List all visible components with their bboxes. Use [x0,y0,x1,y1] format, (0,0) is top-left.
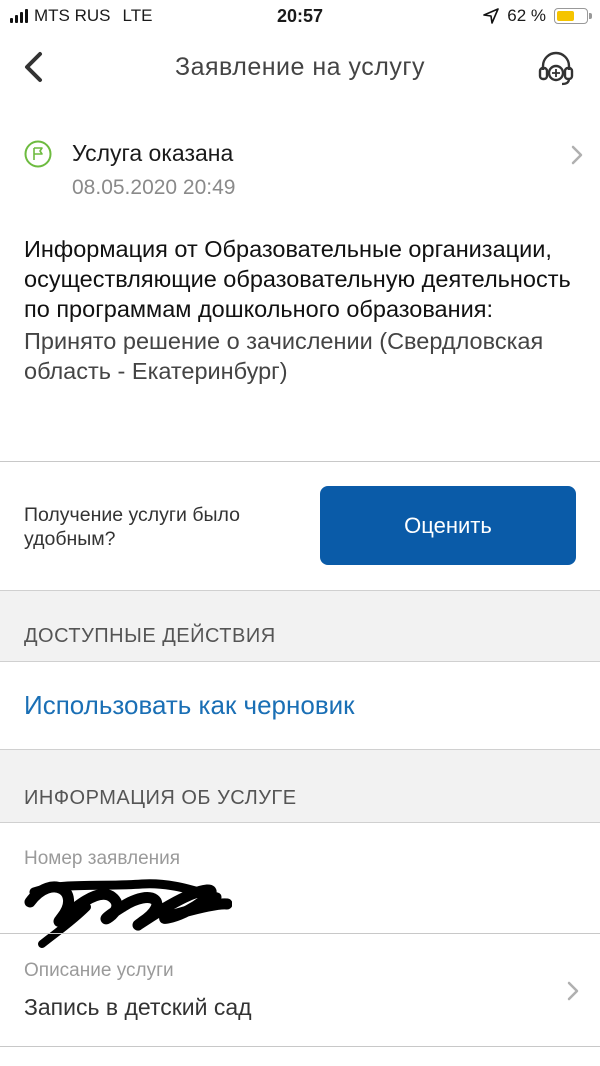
divider [0,461,600,462]
location-arrow-icon [483,8,500,24]
chevron-right-icon [571,145,583,165]
navigation-bar: Заявление на услугу [0,38,600,98]
chevron-right-icon [567,981,579,1001]
service-description-label: Описание услуги [24,960,174,981]
page-title: Заявление на услугу [175,53,425,81]
status-title: Услуга оказана [72,140,234,166]
status-bar: MTS RUS LTE 20:57 62 % [0,0,600,34]
headset-support-icon[interactable] [536,48,576,88]
status-date: 08.05.2020 20:49 [72,176,236,199]
section-header-label: ИНФОРМАЦИЯ ОБ УСЛУГЕ [24,787,297,809]
section-header-actions: ДОСТУПНЫЕ ДЕЙСТВИЯ [0,590,600,662]
section-header-service-info: ИНФОРМАЦИЯ ОБ УСЛУГЕ [0,749,600,823]
info-text: Принято решение о зачислении (Свердловск… [24,328,544,384]
flag-icon [24,140,52,168]
service-description-row[interactable]: Описание услуги Запись в детский сад [0,934,600,1046]
battery-percent: 62 % [507,6,546,25]
info-heading: Информация от Образовательные организаци… [24,236,571,322]
info-block: Информация от Образовательные организаци… [24,234,584,386]
section-header-label: ДОСТУПНЫЕ ДЕЙСТВИЯ [24,625,276,647]
use-as-draft-link[interactable]: Использовать как черновик [24,690,355,721]
divider [0,1046,600,1047]
service-description-value: Запись в детский сад [24,994,252,1020]
battery-icon [554,8,592,24]
rate-button[interactable]: Оценить [320,486,576,565]
rating-question: Получение услуги было удобным? [24,504,240,550]
service-status-row[interactable]: Услуга оказана 08.05.2020 20:49 [24,134,584,204]
status-right: 62 % [483,6,592,26]
